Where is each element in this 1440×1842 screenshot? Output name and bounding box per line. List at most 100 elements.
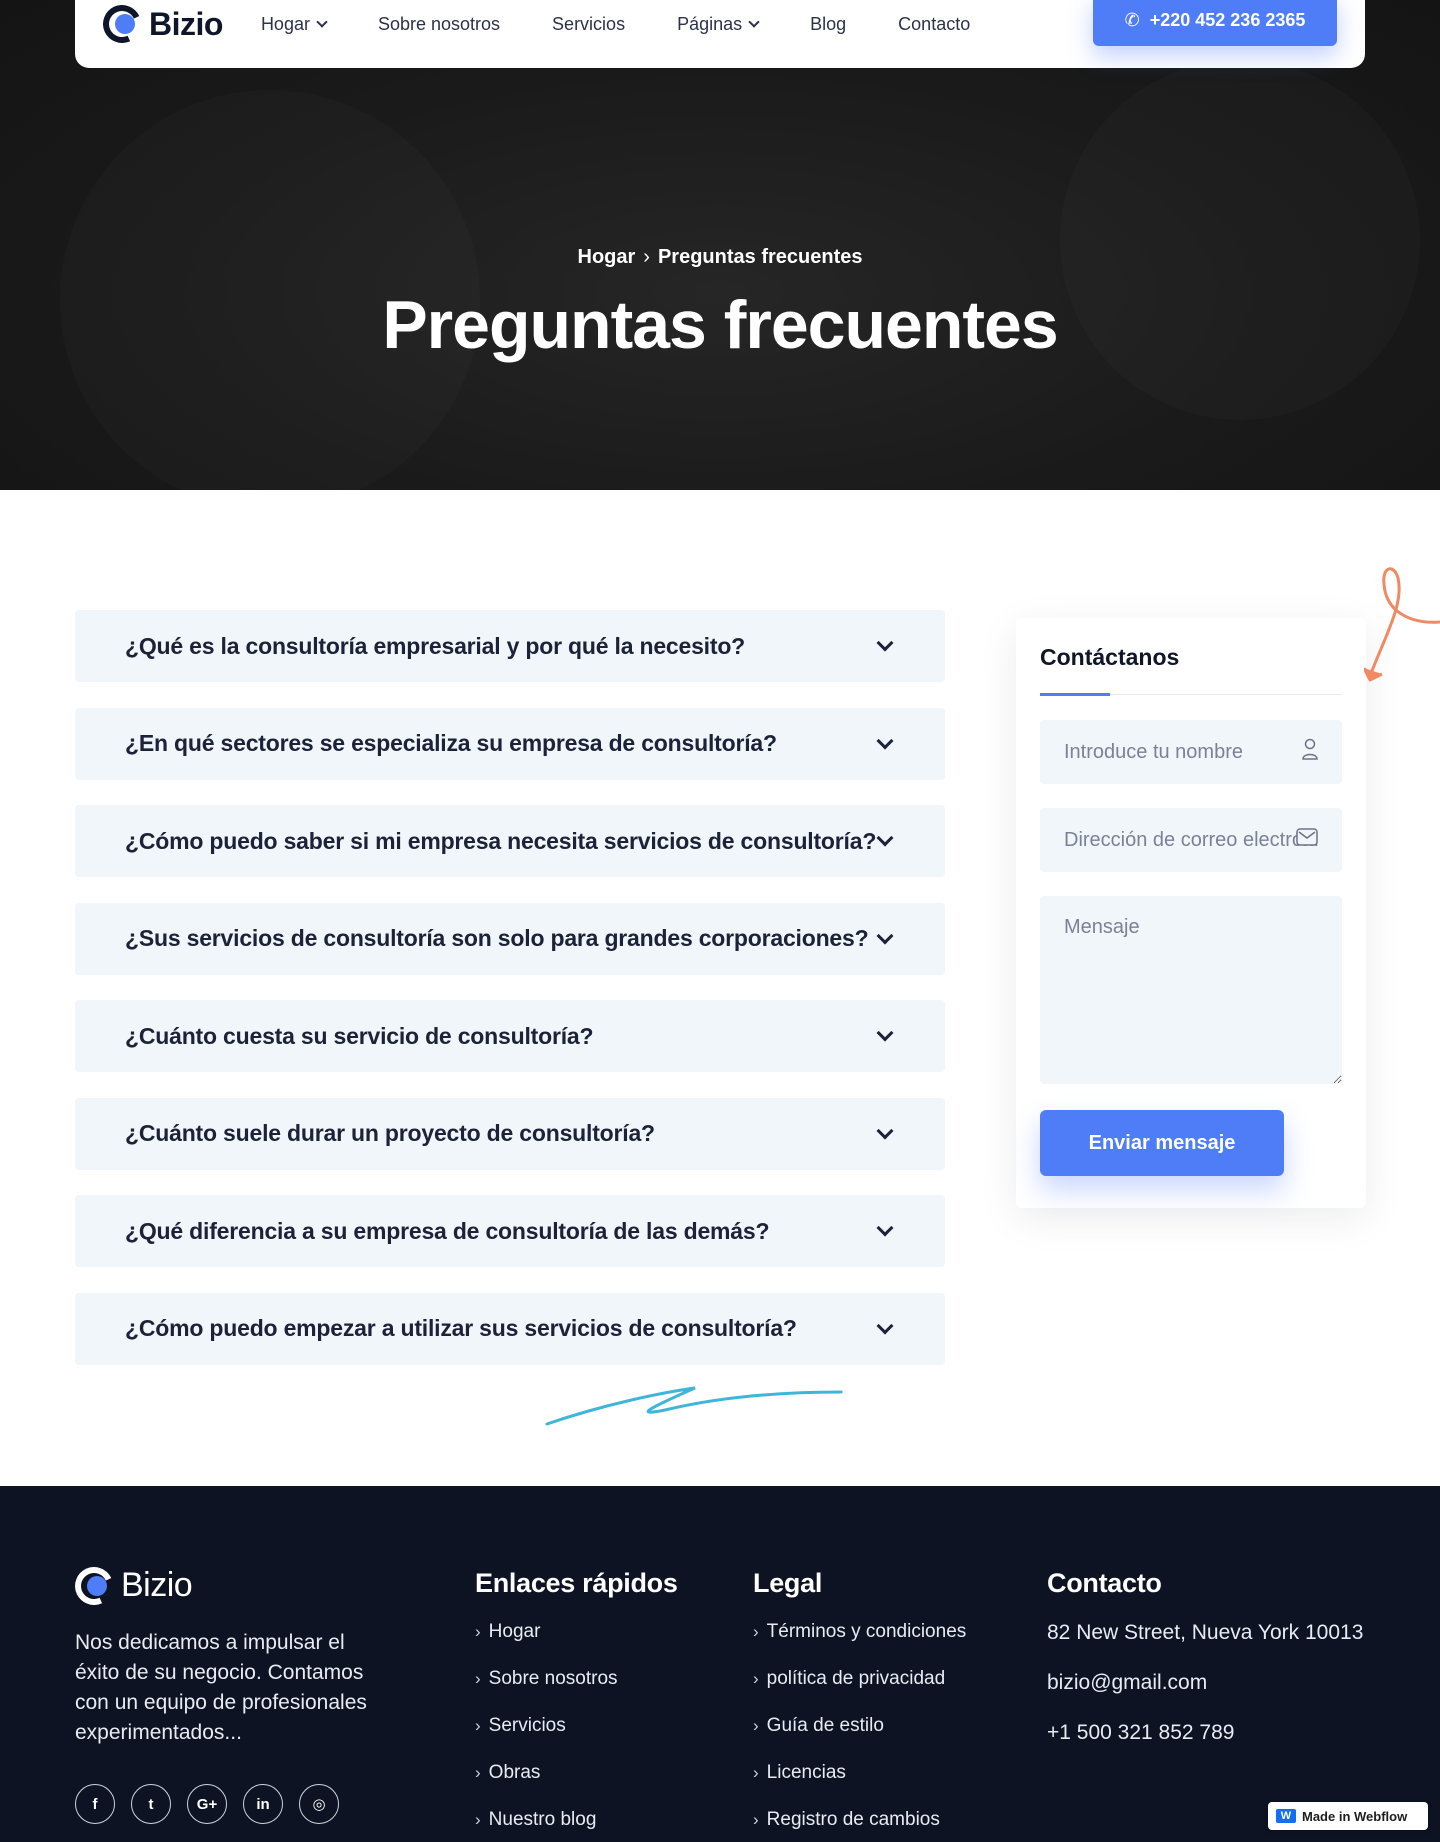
instagram-icon[interactable]: ◎ bbox=[299, 1784, 339, 1824]
nav-item-5[interactable]: Contacto bbox=[898, 14, 970, 35]
breadcrumb-home[interactable]: Hogar bbox=[578, 246, 636, 268]
contact-phone[interactable]: +1 500 321 852 789 bbox=[1047, 1721, 1363, 1771]
chevron-right-icon: › bbox=[753, 1716, 759, 1735]
faq-question: ¿Cómo puedo saber si mi empresa necesita… bbox=[125, 827, 877, 854]
name-input[interactable] bbox=[1040, 720, 1342, 784]
nav-item-3[interactable]: Páginas bbox=[677, 13, 760, 35]
faq-item[interactable]: ¿Qué diferencia a su empresa de consulto… bbox=[75, 1195, 945, 1267]
mail-icon bbox=[1296, 828, 1318, 846]
legal-link-label: Términos y condiciones bbox=[766, 1621, 967, 1642]
faq-question: ¿Qué es la consultoría empresarial y por… bbox=[125, 632, 746, 659]
nav-item-label: Blog bbox=[810, 13, 847, 34]
social-links: f t G+ in ◎ bbox=[75, 1784, 339, 1824]
faq-question: ¿En qué sectores se especializa su empre… bbox=[125, 730, 777, 756]
quick-link[interactable]: › Sobre nosotros bbox=[475, 1668, 678, 1715]
webflow-badge-label: Made in Webflow bbox=[1302, 1808, 1408, 1824]
phone-button[interactable]: ✆ +220 452 236 2365 bbox=[1093, 0, 1337, 46]
contact-card-divider-accent bbox=[1040, 693, 1110, 696]
legal-link[interactable]: › Registro de cambios bbox=[753, 1809, 966, 1842]
chevron-right-icon: › bbox=[475, 1716, 481, 1735]
footer-about-text: Nos dedicamos a impulsar el éxito de su … bbox=[75, 1631, 367, 1744]
chevron-right-icon: › bbox=[475, 1622, 481, 1641]
footer-contact: Contacto 82 New Street, Nueva York 10013… bbox=[1047, 1568, 1363, 1771]
nav-item-label: Sobre nosotros bbox=[377, 13, 501, 34]
legal-link-label: Guía de estilo bbox=[766, 1715, 884, 1736]
phone-button-label: +220 452 236 2365 bbox=[1149, 9, 1306, 30]
contact-title: Contacto bbox=[1047, 1568, 1162, 1598]
quick-link-label: Nuestro blog bbox=[488, 1809, 597, 1830]
nav-item-2[interactable]: Servicios bbox=[552, 14, 625, 35]
faq-item[interactable]: ¿Sus servicios de consultoría son solo p… bbox=[75, 902, 945, 975]
facebook-icon[interactable]: f bbox=[75, 1784, 115, 1824]
logo-mark-icon bbox=[97, 0, 147, 49]
blue-squiggle-decoration bbox=[545, 1386, 843, 1426]
legal-link[interactable]: › política de privacidad bbox=[753, 1668, 966, 1715]
page-title: Preguntas frecuentes bbox=[382, 287, 1058, 363]
chevron-down-icon bbox=[876, 1317, 894, 1334]
faq-question: ¿Cuánto suele durar un proyecto de consu… bbox=[125, 1120, 655, 1146]
webflow-logo-icon: W bbox=[1276, 1809, 1296, 1823]
nav-item-4[interactable]: Blog bbox=[810, 14, 846, 35]
orange-arrow-decoration bbox=[1364, 567, 1440, 682]
faq-question: ¿Qué diferencia a su empresa de consulto… bbox=[125, 1217, 770, 1244]
quick-link-label: Hogar bbox=[488, 1621, 541, 1642]
quick-link[interactable]: › Hogar bbox=[475, 1621, 678, 1668]
footer-logo[interactable]: Bizio bbox=[69, 1561, 193, 1610]
logo[interactable]: Bizio bbox=[97, 0, 223, 49]
nav-item-1[interactable]: Sobre nosotros bbox=[378, 14, 500, 35]
nav-item-label: Hogar bbox=[260, 13, 310, 34]
contact-card: Contáctanos Enviar mensaje bbox=[1016, 618, 1366, 1208]
legal-link-label: Licencias bbox=[766, 1762, 846, 1783]
faq-list: ¿Qué es la consultoría empresarial y por… bbox=[75, 610, 945, 1390]
send-message-button[interactable]: Enviar mensaje bbox=[1040, 1110, 1284, 1176]
message-textarea[interactable] bbox=[1040, 896, 1342, 1084]
faq-item[interactable]: ¿Cómo puedo empezar a utilizar sus servi… bbox=[75, 1292, 945, 1365]
footer-legal-links: Legal › Términos y condiciones › política d… bbox=[753, 1568, 966, 1842]
breadcrumb-separator-icon: › bbox=[643, 246, 650, 268]
quick-link[interactable]: › Servicios bbox=[475, 1715, 678, 1762]
faq-item[interactable]: ¿Qué es la consultoría empresarial y por… bbox=[75, 610, 945, 682]
quick-link-label: Servicios bbox=[488, 1715, 566, 1736]
nav-item-label: Páginas bbox=[677, 13, 743, 34]
nav-item-0[interactable]: Hogar bbox=[260, 13, 328, 35]
faq-question: ¿Cómo puedo empezar a utilizar sus servi… bbox=[125, 1315, 797, 1341]
breadcrumb-current: Preguntas frecuentes bbox=[657, 246, 863, 268]
faq-item[interactable]: ¿Cuánto suele durar un proyecto de consu… bbox=[75, 1097, 945, 1170]
nav-item-label: Contacto bbox=[898, 13, 971, 34]
quick-link-label: Sobre nosotros bbox=[488, 1668, 618, 1689]
faq-item[interactable]: ¿Cuánto cuesta su servicio de consultorí… bbox=[75, 1000, 945, 1072]
footer: Bizio Nos dedicamos a impulsar el éxito … bbox=[0, 1486, 1440, 1842]
faq-item[interactable]: ¿En qué sectores se especializa su empre… bbox=[75, 707, 945, 780]
quick-link-label: Obras bbox=[488, 1762, 541, 1783]
legal-link[interactable]: › Términos y condiciones bbox=[753, 1621, 966, 1668]
logo-text: Bizio bbox=[149, 5, 223, 42]
faq-question: ¿Sus servicios de consultoría son solo p… bbox=[125, 925, 869, 951]
chevron-down-icon bbox=[876, 927, 894, 944]
chevron-right-icon: › bbox=[753, 1669, 759, 1688]
hero-banner: Bizio Hogar Sobre nosotros Servicios Página… bbox=[0, 0, 1440, 490]
user-icon bbox=[1302, 738, 1318, 760]
chevron-right-icon: › bbox=[753, 1763, 759, 1782]
twitter-icon[interactable]: t bbox=[131, 1784, 171, 1824]
legal-link[interactable]: › Guía de estilo bbox=[753, 1715, 966, 1762]
chevron-down-icon bbox=[316, 16, 328, 28]
made-in-webflow-badge[interactable]: W Made in Webflow bbox=[1268, 1802, 1428, 1830]
chevron-right-icon: › bbox=[475, 1810, 481, 1829]
footer-quick-links: Enlaces rápidos › Hogar › Sobre nosotros › Se… bbox=[475, 1568, 678, 1842]
phone-icon: ✆ bbox=[1124, 9, 1140, 30]
chevron-down-icon bbox=[876, 1122, 894, 1139]
navbar: Bizio Hogar Sobre nosotros Servicios Página… bbox=[75, 0, 1365, 68]
chevron-right-icon: › bbox=[475, 1763, 481, 1782]
chevron-down-icon bbox=[876, 829, 894, 847]
contact-card-title: Contáctanos bbox=[1040, 644, 1180, 670]
quick-link[interactable]: › Nuestro blog bbox=[475, 1809, 678, 1842]
contact-email[interactable]: bizio@gmail.com bbox=[1047, 1671, 1363, 1721]
legal-link[interactable]: › Licencias bbox=[753, 1762, 966, 1809]
chevron-down-icon bbox=[876, 1024, 894, 1042]
faq-item[interactable]: ¿Cómo puedo saber si mi empresa necesita… bbox=[75, 805, 945, 877]
nav-links: Hogar Sobre nosotros Servicios Páginas Blog C… bbox=[261, 14, 1022, 35]
quick-link[interactable]: › Obras bbox=[475, 1762, 678, 1809]
google-plus-icon[interactable]: G+ bbox=[187, 1784, 227, 1824]
quick-links-title: Enlaces rápidos bbox=[475, 1568, 678, 1598]
linkedin-icon[interactable]: in bbox=[243, 1784, 283, 1824]
